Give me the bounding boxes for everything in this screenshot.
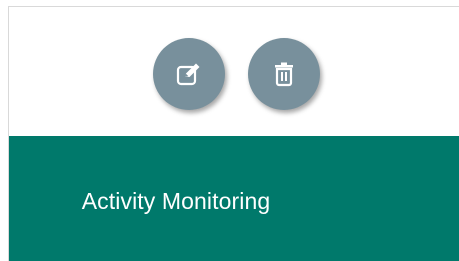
- card-banner: Activity Monitoring: [9, 136, 459, 261]
- delete-button[interactable]: [248, 38, 320, 110]
- card-title: Activity Monitoring: [81, 188, 271, 214]
- page: Activity Monitoring: [0, 0, 459, 261]
- edit-icon: [176, 63, 200, 86]
- card-actions: [9, 7, 459, 136]
- trash-icon: [275, 62, 293, 87]
- activity-card: Activity Monitoring: [8, 6, 459, 261]
- edit-button[interactable]: [153, 38, 225, 110]
